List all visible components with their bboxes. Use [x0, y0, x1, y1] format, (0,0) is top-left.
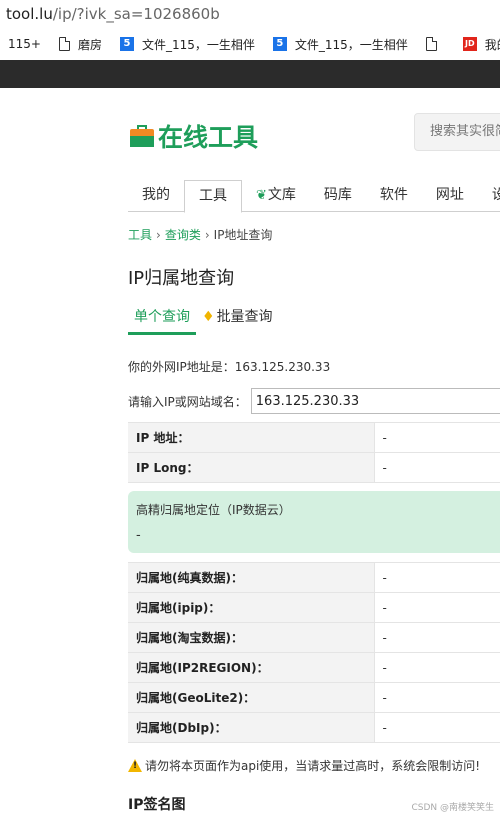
row-value: - [374, 452, 500, 483]
precise-location-label: 高精归属地定位（IP数据云） [136, 503, 291, 517]
main-nav: 我的 工具 ❦文库 码库 软件 网址 设 [128, 178, 500, 213]
address-bar[interactable]: tool.lu/ip/?ivk_sa=1026860b [0, 0, 500, 28]
bookmark-label: 磨房 [77, 37, 102, 52]
breadcrumb-query[interactable]: 查询类 [165, 228, 201, 242]
row-key: 归属地(GeoLite2)： [128, 682, 375, 713]
site-search-input[interactable]: 搜索其实很简单 [414, 113, 500, 151]
row-value: - [374, 682, 500, 713]
table-row: 归属地(GeoLite2)： - [128, 682, 500, 713]
bookmark-label: 文件_115，一生相伴 [141, 37, 255, 52]
five-icon: 5 [272, 37, 287, 51]
five-icon: 5 [119, 37, 134, 51]
ip-input-row: 请输入IP或网站域名： [128, 388, 500, 414]
row-key: 归属地(IP2REGION)： [128, 652, 375, 683]
ip-input-label: 请输入IP或网站域名： [128, 394, 247, 409]
bookmark-115-files-2[interactable]: 5 文件_115，一生相伴 [272, 36, 408, 53]
table-row: 归属地(DbIp)： - [128, 712, 500, 743]
bookmarks-bar: 115+ 磨房 5 文件_115，一生相伴 5 文件_115，一生相伴 JD 我… [0, 28, 500, 60]
tab-code[interactable]: 码库 [310, 178, 366, 212]
bookmark-115-files-1[interactable]: 5 文件_115，一生相伴 [119, 36, 255, 53]
row-value: - [374, 622, 500, 653]
warning-icon: ! [128, 759, 142, 772]
page-title: IP归属地查询 [128, 268, 235, 289]
watermark: CSDN @南楼笑笑生 [411, 803, 494, 813]
leaf-icon: ❦ [256, 188, 267, 203]
table-row: 归属地(ipip)： - [128, 592, 500, 623]
table-row: 归属地(纯真数据)： - [128, 562, 500, 593]
table-row: IP 地址： - [128, 422, 500, 453]
ip-input[interactable] [250, 388, 500, 414]
bookmark-mofang[interactable]: 磨房 [58, 36, 102, 53]
table-row: IP Long： - [128, 452, 500, 483]
row-key: 归属地(DbIp)： [128, 712, 375, 743]
row-value: - [374, 592, 500, 623]
site-top-bar [0, 60, 500, 88]
section-title: IP签名图 [128, 797, 186, 813]
url-path: /ip/?ivk_sa=1026860b [52, 5, 220, 23]
url-domain: tool.lu [6, 5, 53, 23]
bookmark-label: 115+ [8, 37, 41, 51]
tab-label: 批量查询 [216, 309, 273, 325]
row-key: 归属地(淘宝数据)： [128, 622, 375, 653]
row-key: IP 地址： [128, 422, 375, 453]
row-key: 归属地(纯真数据)： [128, 562, 375, 593]
table-row: 归属地(IP2REGION)： - [128, 652, 500, 683]
tab-label: 文库 [267, 187, 296, 203]
row-value: - [374, 652, 500, 683]
location-sources-table: 归属地(纯真数据)： - 归属地(ipip)： - 归属地(淘宝数据)： - 归… [128, 562, 500, 743]
table-row: 归属地(淘宝数据)： - [128, 622, 500, 653]
warning-text: 请勿将本页面作为api使用，当请求量过高时，系统会限制访问! [145, 759, 481, 773]
breadcrumb-tools[interactable]: 工具 [128, 228, 152, 242]
breadcrumb-current: IP地址查询 [213, 228, 273, 242]
breadcrumb-separator: › [156, 228, 161, 242]
precise-location-box: 高精归属地定位（IP数据云） - [128, 491, 500, 553]
tab-single-query[interactable]: 单个查询 [128, 304, 196, 335]
row-value: - [374, 422, 500, 453]
row-value: - [374, 562, 500, 593]
row-value: - [374, 712, 500, 743]
api-warning: ! 请勿将本页面作为api使用，当请求量过高时，系统会限制访问! [128, 757, 480, 774]
logo-text: 在线工具 [158, 123, 259, 152]
precise-location-value: - [136, 528, 141, 543]
tab-batch-query[interactable]: ♦ 批量查询 [196, 304, 279, 332]
bookmark-label: 我的京东 [484, 37, 500, 52]
tab-tools[interactable]: 工具 [184, 180, 242, 213]
doc-icon [425, 37, 437, 51]
bookmark-label: 文件_115，一生相伴 [294, 37, 408, 52]
bookmark-jd[interactable]: JD 我的京东 [462, 36, 500, 53]
diamond-icon: ♦ [202, 309, 215, 325]
bookmark-doc[interactable] [425, 37, 445, 51]
breadcrumb-separator: › [204, 228, 210, 242]
site-logo[interactable]: 在线工具 [130, 118, 258, 154]
doc-icon [58, 37, 70, 51]
tab-mine[interactable]: 我的 [128, 178, 184, 212]
tab-software[interactable]: 软件 [366, 178, 422, 212]
tab-library[interactable]: ❦文库 [242, 178, 310, 212]
toolbox-icon [130, 125, 154, 147]
tab-settings[interactable]: 设 [478, 178, 500, 212]
tab-sites[interactable]: 网址 [422, 178, 478, 212]
query-mode-tabs: 单个查询 ♦ 批量查询 [128, 304, 279, 335]
breadcrumb: 工具 › 查询类 › IP地址查询 [128, 226, 272, 243]
bookmark-115[interactable]: 115+ [8, 37, 41, 51]
ip-info-table: IP 地址： - IP Long： - [128, 422, 500, 483]
my-ip-text: 你的外网IP地址是：163.125.230.33 [128, 360, 331, 374]
jd-icon: JD [462, 37, 477, 51]
row-key: 归属地(ipip)： [128, 592, 375, 623]
row-key: IP Long： [128, 452, 375, 483]
